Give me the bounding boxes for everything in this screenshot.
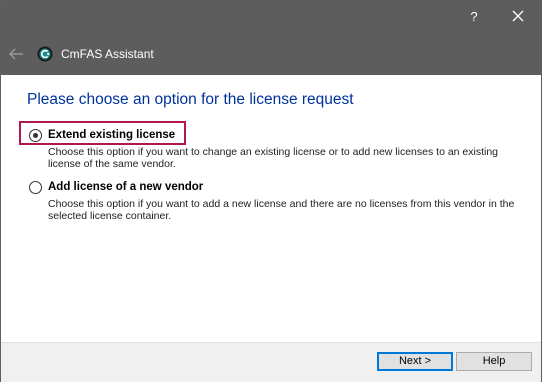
help-icon[interactable]: ? — [460, 7, 488, 27]
title-bar: ? CmFAS Assistant — [1, 1, 541, 75]
window-title: CmFAS Assistant — [61, 47, 154, 61]
cmfas-logo-icon — [37, 46, 53, 62]
option-new-vendor[interactable]: Add license of a new vendor Choose this … — [21, 177, 531, 222]
option-description-new-vendor: Choose this option if you want to add a … — [48, 198, 515, 222]
wizard-window: ? CmFAS Assistant Please choose an optio… — [0, 0, 542, 382]
next-button[interactable]: Next > — [377, 352, 453, 371]
back-arrow-icon[interactable] — [7, 45, 27, 63]
button-bar: Next > Help — [1, 342, 541, 382]
close-icon[interactable] — [504, 5, 532, 27]
option-description-extend: Choose this option if you want to change… — [48, 146, 499, 170]
option-label-extend[interactable]: Extend existing license — [48, 127, 175, 143]
option-extend-license[interactable]: Extend existing license Choose this opti… — [19, 121, 531, 170]
wizard-page: Please choose an option for the license … — [1, 75, 541, 345]
option-label-new-vendor[interactable]: Add license of a new vendor — [48, 179, 203, 195]
help-button[interactable]: Help — [456, 352, 532, 371]
radio-extend-license[interactable] — [29, 129, 42, 142]
radio-selected-dot — [33, 133, 38, 138]
page-heading: Please choose an option for the license … — [27, 91, 354, 108]
radio-new-vendor[interactable] — [29, 181, 42, 194]
